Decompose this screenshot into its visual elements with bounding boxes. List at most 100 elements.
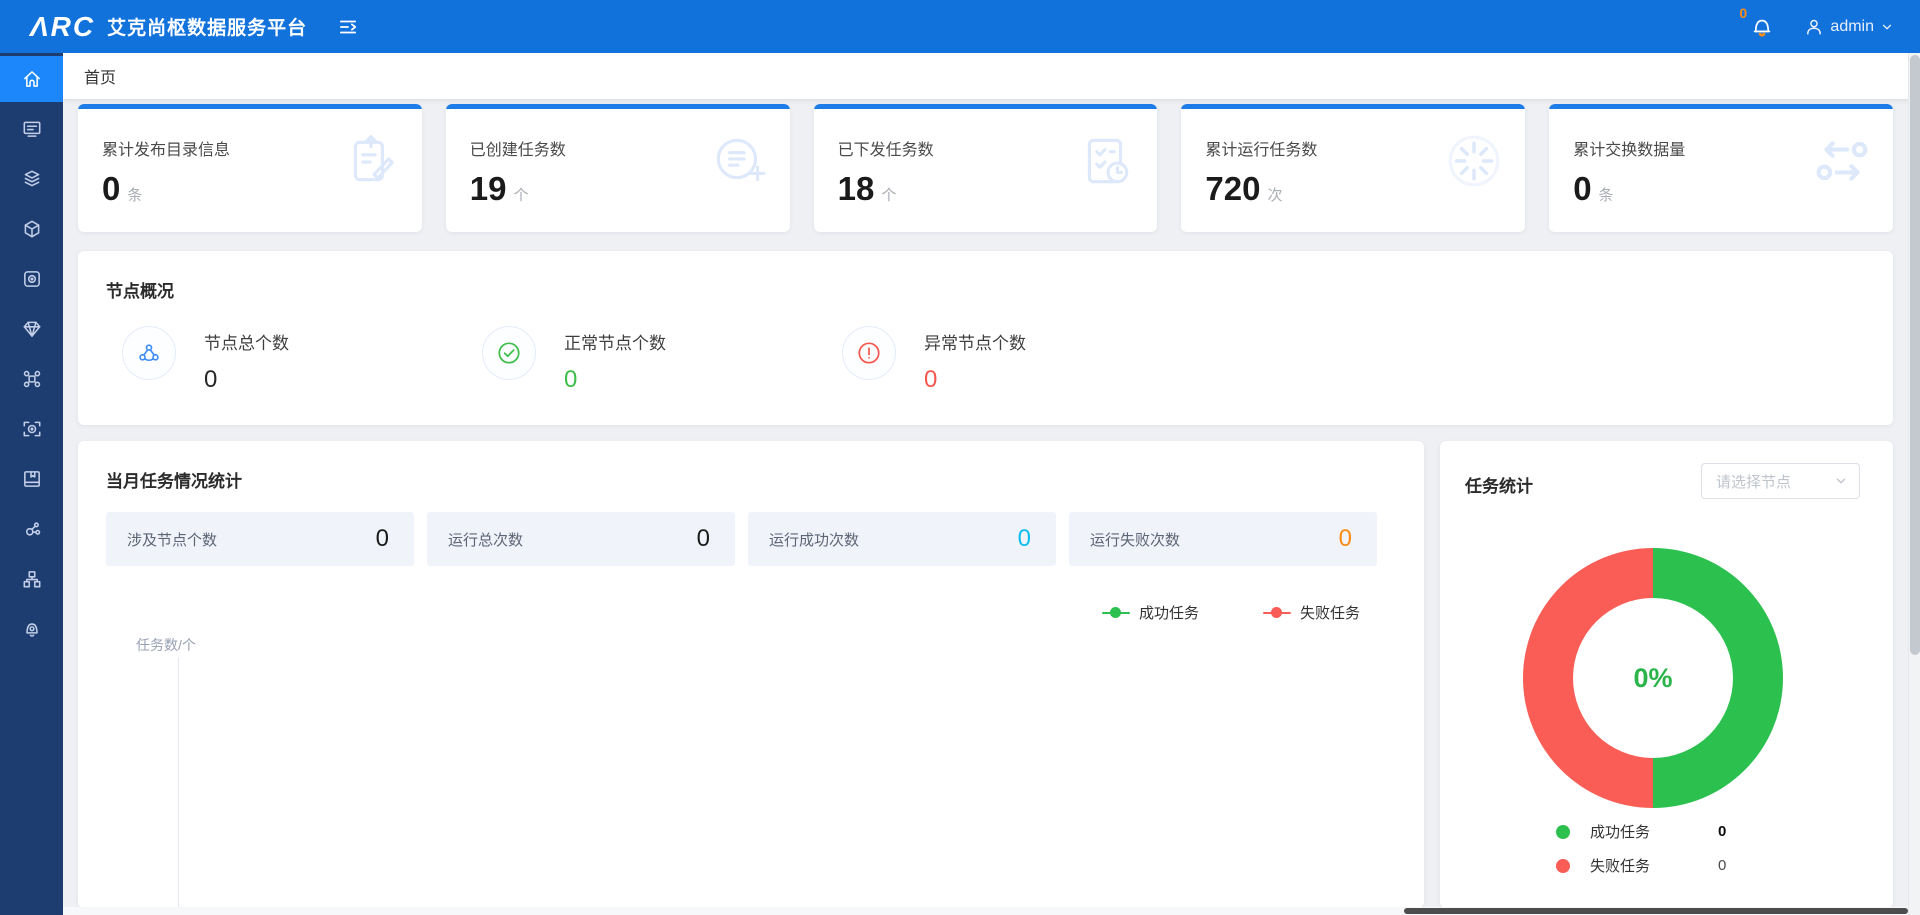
stat-card-value: 0 (102, 170, 120, 207)
donut-hole: 0% (1573, 598, 1733, 758)
donut-legend-success[interactable]: 成功任务 0 (1556, 821, 1726, 842)
sidebar-collapse-icon[interactable] (337, 16, 359, 38)
user-menu[interactable]: admin (1804, 17, 1894, 37)
legend-line-dot-marker (1102, 607, 1130, 619)
app-header: ΛRC 艾克尚枢数据服务平台 0 admin (0, 0, 1920, 53)
sidebar-item-layers[interactable] (0, 156, 63, 202)
breadcrumb[interactable]: 首页 (84, 64, 116, 88)
node-overview-title: 节点概况 (106, 277, 1865, 302)
stat-card-exchanged-data: 累计交换数据量 0条 (1549, 104, 1893, 232)
stat-box-value: 0 (1339, 525, 1352, 553)
node-select[interactable]: 请选择节点 (1701, 463, 1860, 499)
notification-count-badge: 0 (1739, 5, 1747, 21)
vertical-scrollbar-thumb[interactable] (1910, 55, 1920, 655)
horizontal-scrollbar (63, 907, 1908, 915)
node-total-item: 节点总个数 0 (122, 326, 482, 394)
sidebar-item-command[interactable] (0, 356, 63, 402)
target-scan-icon (21, 418, 43, 440)
document-edit-icon (342, 132, 400, 190)
donut-legend-failed[interactable]: 失败任务 0 (1556, 855, 1726, 876)
sidebar-nav (0, 53, 63, 915)
node-value: 0 (564, 366, 666, 394)
command-icon (21, 368, 43, 390)
arc-logo: ΛRC (30, 13, 95, 41)
task-stats-card: 任务统计 请选择节点 0% 成功任务 0 失败任务 0 (1440, 441, 1893, 908)
sidebar-item-alert-bell[interactable] (0, 606, 63, 652)
cube-network-icon (21, 218, 43, 240)
alert-bell-icon (21, 618, 43, 640)
node-label: 正常节点个数 (564, 329, 666, 354)
node-texts: 节点总个数 0 (204, 326, 289, 394)
breadcrumb-bar: 首页 (63, 53, 1920, 99)
monthly-tasks-card: 当月任务情况统计 涉及节点个数 0 运行总次数 0 运行成功次数 0 运行失败次… (78, 441, 1424, 908)
task-stats-title: 任务统计 (1465, 472, 1533, 497)
legend-label: 失败任务 (1590, 855, 1718, 876)
stat-card-unit: 条 (127, 187, 142, 204)
sidebar-item-molecule[interactable] (0, 506, 63, 552)
book-archive-icon (21, 468, 43, 490)
stat-card-dispatched-tasks: 已下发任务数 18个 (814, 104, 1158, 232)
stat-box-nodes: 涉及节点个数 0 (106, 512, 414, 566)
task-stats-header: 任务统计 请选择节点 (1440, 441, 1893, 499)
box-gear-icon (21, 268, 43, 290)
monitor-list-icon (21, 118, 43, 140)
spinner-icon (1445, 132, 1503, 190)
vertical-scrollbar (1908, 53, 1920, 915)
sidebar-item-home[interactable] (0, 56, 63, 102)
horizontal-scrollbar-thumb[interactable] (1404, 908, 1908, 914)
stat-box-label: 涉及节点个数 (127, 529, 217, 550)
monthly-tasks-title: 当月任务情况统计 (106, 467, 1396, 492)
stat-box-label: 运行成功次数 (769, 529, 859, 550)
warning-circle-icon (842, 326, 896, 380)
stat-card-unit: 个 (514, 187, 529, 204)
donut-legend: 成功任务 0 失败任务 0 (1556, 821, 1726, 889)
donut-chart[interactable]: 0% (1523, 548, 1783, 808)
stat-card-run-tasks: 累计运行任务数 720次 (1181, 104, 1525, 232)
stat-box-total-runs: 运行总次数 0 (427, 512, 735, 566)
clipboard-check-icon (1077, 132, 1135, 190)
stat-card-catalog: 累计发布目录信息 0条 (78, 104, 422, 232)
stat-box-value: 0 (1018, 525, 1031, 553)
legend-value: 0 (1718, 823, 1726, 840)
donut-chart-wrap: 0% (1523, 548, 1783, 808)
notification-bell-button[interactable]: 0 (1750, 14, 1774, 40)
stat-box-success-runs: 运行成功次数 0 (748, 512, 1056, 566)
line-chart-legend: 成功任务 失败任务 (106, 602, 1396, 623)
y-axis-label: 任务数/个 (136, 635, 196, 655)
sitemap-icon (21, 568, 43, 590)
sidebar-item-target-scan[interactable] (0, 406, 63, 452)
legend-failed-tasks[interactable]: 失败任务 (1263, 602, 1360, 623)
donut-center-label: 0% (1633, 663, 1672, 694)
monthly-stats-row: 涉及节点个数 0 运行总次数 0 运行成功次数 0 运行失败次数 0 (106, 512, 1396, 566)
node-select-placeholder: 请选择节点 (1716, 471, 1791, 492)
gem-icon (21, 318, 43, 340)
sidebar-item-gem[interactable] (0, 306, 63, 352)
chevron-down-icon (1880, 20, 1894, 34)
molecule-icon (21, 518, 43, 540)
username: admin (1830, 18, 1874, 36)
sidebar-item-book-archive[interactable] (0, 456, 63, 502)
sidebar-item-box-gear[interactable] (0, 256, 63, 302)
node-texts: 异常节点个数 0 (924, 326, 1026, 394)
stat-card-created-tasks: 已创建任务数 19个 (446, 104, 790, 232)
legend-success-tasks[interactable]: 成功任务 (1102, 602, 1199, 623)
legend-value: 0 (1718, 857, 1726, 874)
stat-box-failed-runs: 运行失败次数 0 (1069, 512, 1377, 566)
sidebar-item-cube-network[interactable] (0, 206, 63, 252)
node-texts: 正常节点个数 0 (564, 326, 666, 394)
list-add-icon (710, 132, 768, 190)
sidebar-item-sitemap[interactable] (0, 556, 63, 602)
legend-label: 成功任务 (1590, 821, 1718, 842)
legend-dot-marker (1556, 825, 1570, 839)
stat-card-unit: 次 (1267, 187, 1282, 204)
stat-cards-row: 累计发布目录信息 0条 已创建任务数 19个 已下发任务数 18个 累计运行任务… (78, 104, 1893, 232)
node-label: 异常节点个数 (924, 329, 1026, 354)
node-cluster-icon (122, 326, 176, 380)
node-label: 节点总个数 (204, 329, 289, 354)
check-circle-icon (482, 326, 536, 380)
stat-card-value: 19 (470, 170, 507, 207)
node-value: 0 (924, 366, 1026, 394)
stat-card-unit: 条 (1599, 187, 1614, 204)
sidebar-item-monitor-list[interactable] (0, 106, 63, 152)
bell-icon (1750, 14, 1774, 40)
